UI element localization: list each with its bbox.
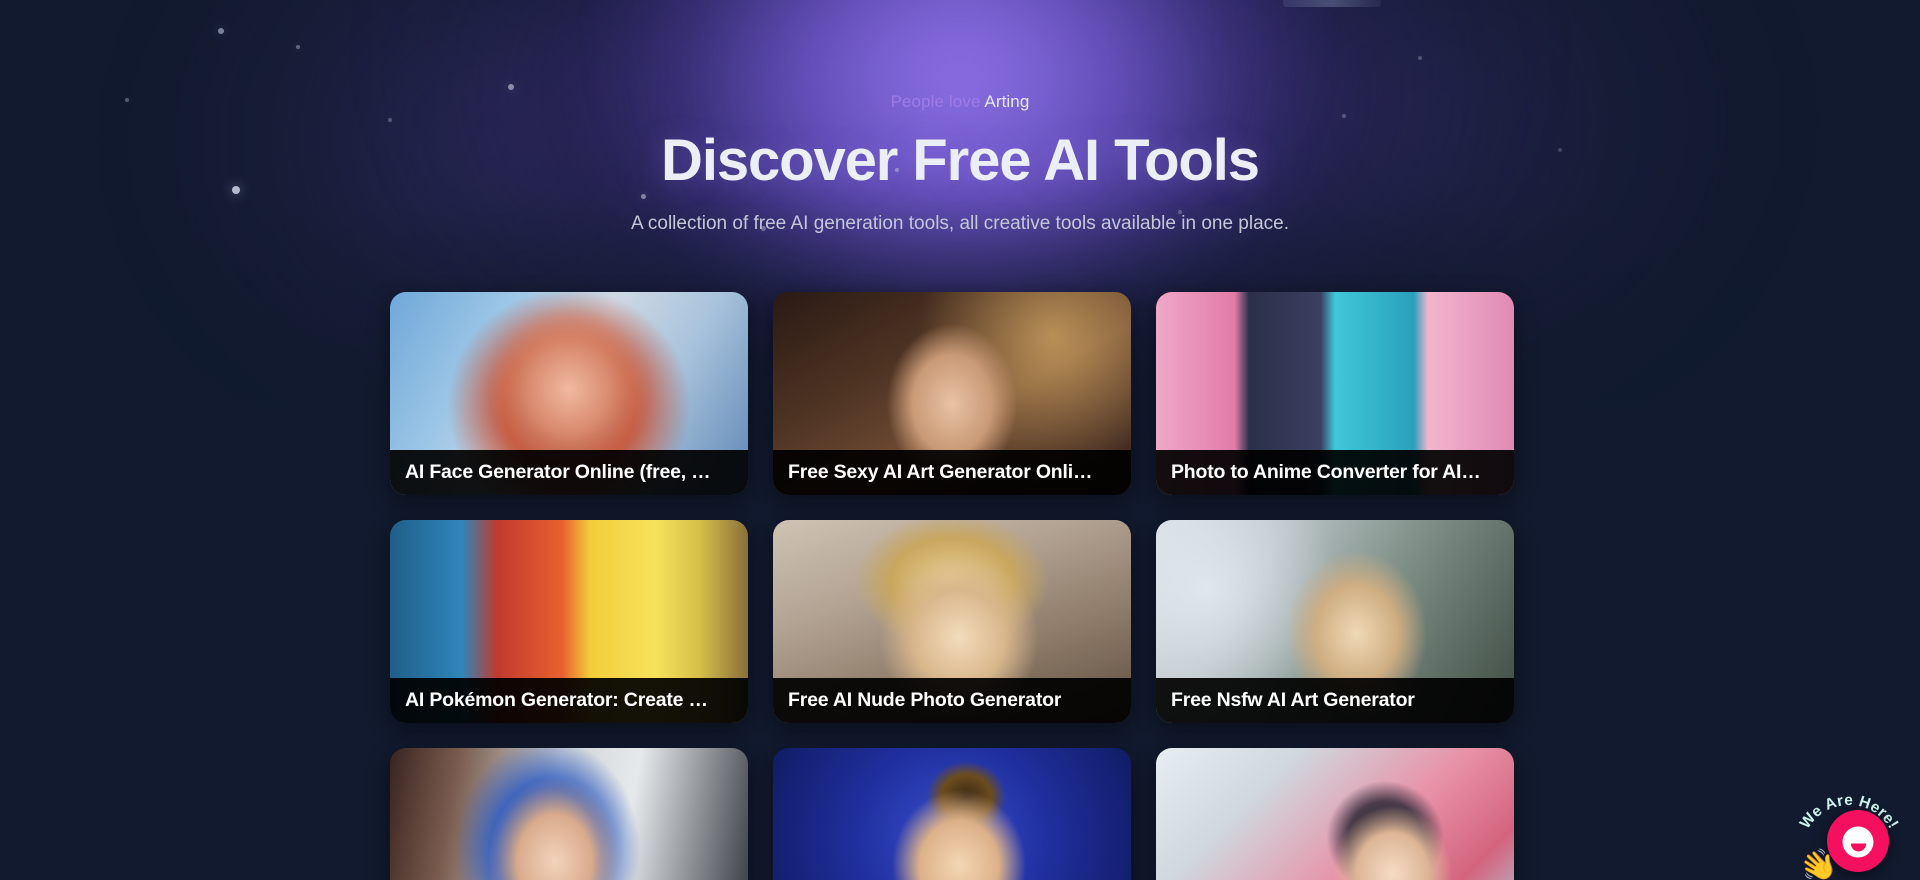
tool-card-title-bar: Free AI Nude Photo Generator [773, 678, 1131, 723]
chat-widget[interactable]: We Are Here! 👋 [1794, 776, 1904, 880]
tool-card[interactable] [1156, 748, 1514, 880]
hero-eyebrow-brand: Arting [984, 92, 1030, 111]
chat-smiley-face-icon [1842, 826, 1874, 858]
tool-card[interactable] [390, 748, 748, 880]
tool-card-title-bar: Photo to Anime Converter for AI… [1156, 450, 1514, 495]
tool-card-title: Free AI Nude Photo Generator [788, 689, 1062, 711]
hero-eyebrow-accent: People love [890, 92, 981, 111]
tool-card-title: AI Pokémon Generator: Create … [405, 689, 708, 711]
tool-card[interactable]: Free Nsfw AI Art Generator [1156, 520, 1514, 723]
tool-card-thumbnail [773, 748, 1131, 880]
tool-card-thumbnail [1156, 748, 1514, 880]
tool-card-title: AI Face Generator Online (free, … [405, 461, 711, 483]
hero-section: People love Arting Discover Free AI Tool… [0, 0, 1920, 236]
tool-card[interactable]: Free AI Nude Photo Generator [773, 520, 1131, 723]
page-title: Discover Free AI Tools [661, 128, 1260, 193]
chat-smile-icon [1850, 843, 1866, 852]
tool-card-title-bar: AI Face Generator Online (free, … [390, 450, 748, 495]
tool-card[interactable]: Free Sexy AI Art Generator Onli… [773, 292, 1131, 495]
tool-card[interactable] [773, 748, 1131, 880]
tool-card-thumbnail [390, 748, 748, 880]
page-subtitle: A collection of free AI generation tools… [630, 213, 1289, 234]
tool-card-title: Free Sexy AI Art Generator Onli… [788, 461, 1093, 483]
tool-card-title: Free Nsfw AI Art Generator [1171, 689, 1415, 711]
tool-card-title: Photo to Anime Converter for AI… [1171, 461, 1481, 483]
tool-card[interactable]: Photo to Anime Converter for AI… [1156, 292, 1514, 495]
tools-grid: AI Face Generator Online (free, … Free Se… [390, 292, 1530, 880]
tool-card-title-bar: Free Nsfw AI Art Generator [1156, 678, 1514, 723]
tool-card[interactable]: AI Face Generator Online (free, … [390, 292, 748, 495]
tool-card-title-bar: Free Sexy AI Art Generator Onli… [773, 450, 1131, 495]
tool-card-title-bar: AI Pokémon Generator: Create … [390, 678, 748, 723]
tool-card[interactable]: AI Pokémon Generator: Create … [390, 520, 748, 723]
hero-eyebrow: People love Arting [0, 92, 1920, 112]
